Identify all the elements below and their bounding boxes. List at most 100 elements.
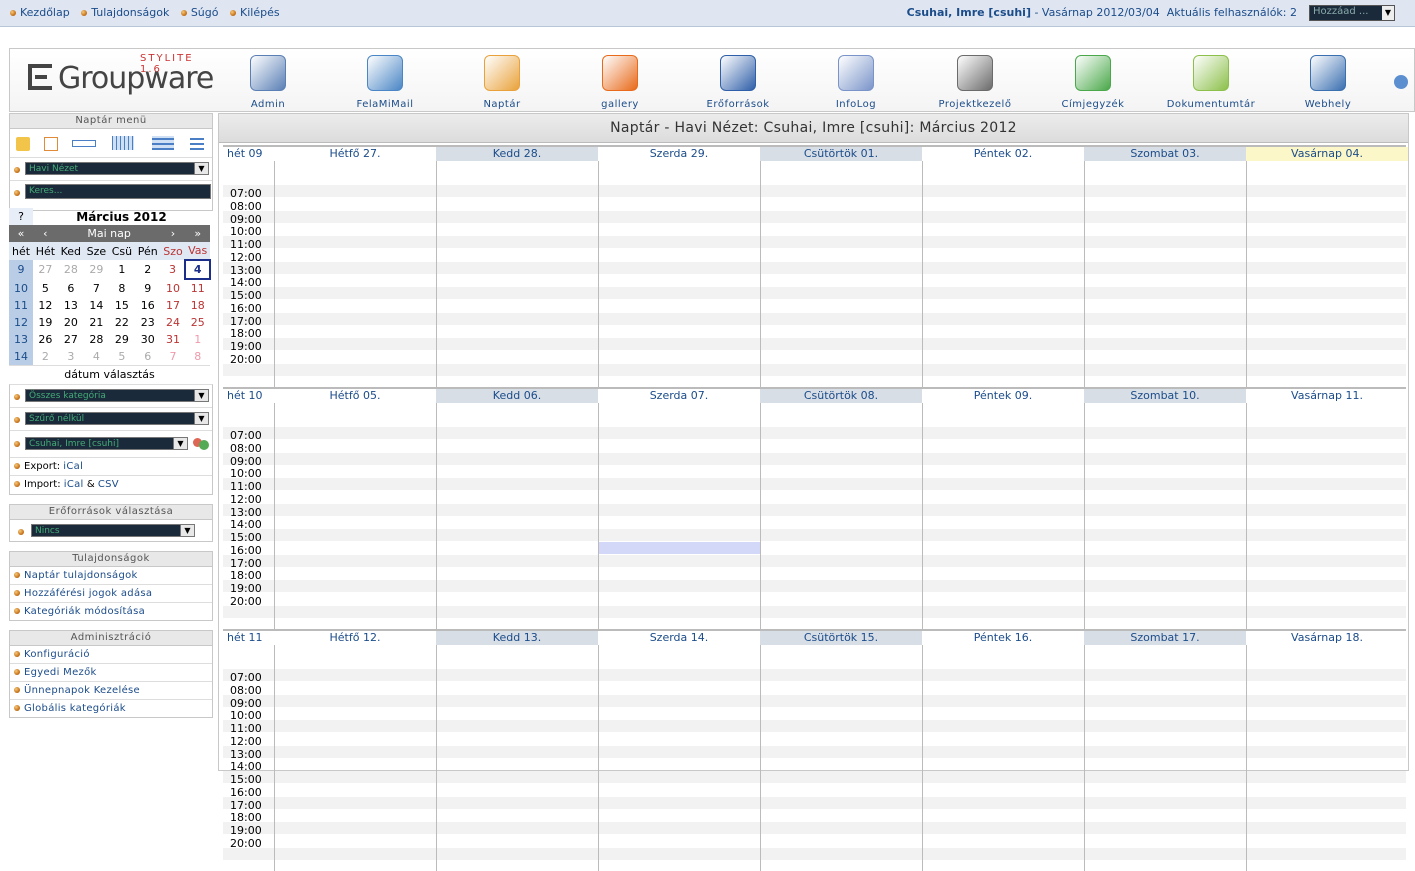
sidebar-link[interactable]: Naptár tulajdonságok [24,570,138,581]
import-ical-link[interactable]: iCal [64,479,84,490]
hour-label[interactable]: 11:00 [223,722,262,735]
day-header[interactable]: Péntek 02. [922,147,1084,161]
week-view-icon[interactable] [72,140,96,147]
day-header[interactable]: Szerda 07. [598,389,760,403]
planner-view-icon[interactable] [152,136,174,150]
minical-day[interactable]: 18 [185,297,210,314]
minical-day[interactable]: 3 [161,260,186,279]
add-select[interactable]: Hozzáad ... ▼ [1309,5,1395,21]
sidebar-link[interactable]: Kategóriák módosítása [24,606,145,617]
import-csv-link[interactable]: CSV [98,479,119,490]
minical-day[interactable]: 7 [161,348,186,366]
view-select[interactable]: Havi Nézet ▼ [25,162,209,175]
day-column[interactable] [1084,645,1247,871]
minical-day[interactable]: 27 [33,260,58,279]
date-choice-label[interactable]: dátum választás [9,365,210,383]
day-column[interactable] [1246,645,1409,871]
filter-select[interactable]: Szűrő nélkül ▼ [25,412,209,425]
day-header[interactable]: Vasárnap 18. [1246,631,1408,645]
minical-day[interactable]: 20 [58,314,84,331]
minical-day[interactable]: 1 [185,331,210,348]
day-header[interactable]: Hétfő 12. [274,631,436,645]
minical-day[interactable]: 15 [109,297,135,314]
minical-day[interactable]: 6 [58,279,84,297]
week-label[interactable]: hét 11 [223,631,274,645]
minical-day[interactable]: 21 [84,314,109,331]
minical-day[interactable]: 26 [33,331,58,348]
minical-day[interactable]: 3 [58,348,84,366]
user-select[interactable]: Csuhai, Imre [csuhi] ▼ [25,437,188,450]
hour-label[interactable]: 16:00 [223,786,262,799]
minical-day[interactable]: 24 [161,314,186,331]
scroll-down-icon[interactable] [1394,75,1408,89]
day-column[interactable] [274,645,437,871]
day-column[interactable] [436,403,599,629]
hour-label[interactable]: 16:00 [223,544,262,557]
hour-label[interactable]: 16:00 [223,302,262,315]
next-year-button[interactable]: » [185,225,210,242]
minical-day[interactable]: 22 [109,314,135,331]
day-column[interactable] [1246,403,1409,629]
logout-link[interactable]: Kilépés [230,6,280,19]
hour-label[interactable]: 20:00 [223,837,262,850]
hour-label[interactable]: 18:00 [223,327,262,340]
minical-day[interactable]: 10 [161,279,186,297]
app-mail[interactable]: FelaMiMail [330,55,440,110]
hour-label[interactable]: 09:00 [223,455,262,468]
day-column[interactable] [598,403,761,629]
minical-day[interactable]: 16 [135,297,161,314]
minical-day[interactable]: 8 [109,279,135,297]
hour-label[interactable]: 08:00 [223,684,262,697]
hour-label[interactable]: 08:00 [223,200,262,213]
day-column[interactable] [274,403,437,629]
minical-day[interactable]: 5 [109,348,135,366]
day-header[interactable]: Szerda 14. [598,631,760,645]
day-header[interactable]: Péntek 09. [922,389,1084,403]
highlighted-slot[interactable] [599,542,760,554]
hour-label[interactable]: 07:00 [223,671,262,684]
day-header[interactable]: Péntek 16. [922,631,1084,645]
hour-label[interactable]: 07:00 [223,429,262,442]
hour-label[interactable]: 18:00 [223,569,262,582]
day-header[interactable]: Hétfő 27. [274,147,436,161]
minical-day[interactable]: 8 [185,348,210,366]
day-header[interactable]: Kedd 06. [436,389,598,403]
today-button[interactable]: Mai nap [57,225,161,242]
day-header[interactable]: Hétfő 05. [274,389,436,403]
week-number[interactable]: 11 [9,297,33,314]
minical-day[interactable]: 25 [185,314,210,331]
hour-label[interactable]: 17:00 [223,315,262,328]
app-addressbook[interactable]: Címjegyzék [1038,55,1148,110]
minical-day[interactable]: 28 [58,260,84,279]
hour-label[interactable]: 19:00 [223,582,262,595]
resources-select[interactable]: Nincs ▼ [31,524,195,537]
hour-label[interactable]: 10:00 [223,225,262,238]
app-filemanager[interactable]: Dokumentumtár [1156,55,1266,110]
groupware-logo[interactable]: STYLITE 1.6 Groupware [28,53,218,97]
day-column[interactable] [760,645,923,871]
week-number[interactable]: 12 [9,314,33,331]
day-header[interactable]: Csütörtök 15. [760,631,922,645]
hour-label[interactable]: 15:00 [223,289,262,302]
app-infolog[interactable]: InfoLog [801,55,911,110]
hour-label[interactable]: 20:00 [223,595,262,608]
minical-day[interactable]: 9 [135,279,161,297]
prev-month-button[interactable]: ‹ [33,225,58,242]
day-column[interactable] [436,161,599,387]
week-number[interactable]: 10 [9,279,33,297]
export-ical-link[interactable]: iCal [63,461,83,472]
day-view-icon[interactable] [44,137,58,151]
multiple-users-icon[interactable] [193,435,209,451]
category-select[interactable]: Összes kategória ▼ [25,389,209,402]
minical-day[interactable]: 2 [135,260,161,279]
day-column[interactable] [274,161,437,387]
week-label[interactable]: hét 10 [223,389,274,403]
hour-label[interactable]: 14:00 [223,518,262,531]
minical-day[interactable]: 11 [185,279,210,297]
hour-label[interactable]: 08:00 [223,442,262,455]
day-column[interactable] [598,645,761,871]
hour-label[interactable]: 09:00 [223,697,262,710]
home-link[interactable]: Kezdőlap [10,6,70,19]
day-header[interactable]: Szombat 10. [1084,389,1246,403]
hour-label[interactable]: 12:00 [223,735,262,748]
